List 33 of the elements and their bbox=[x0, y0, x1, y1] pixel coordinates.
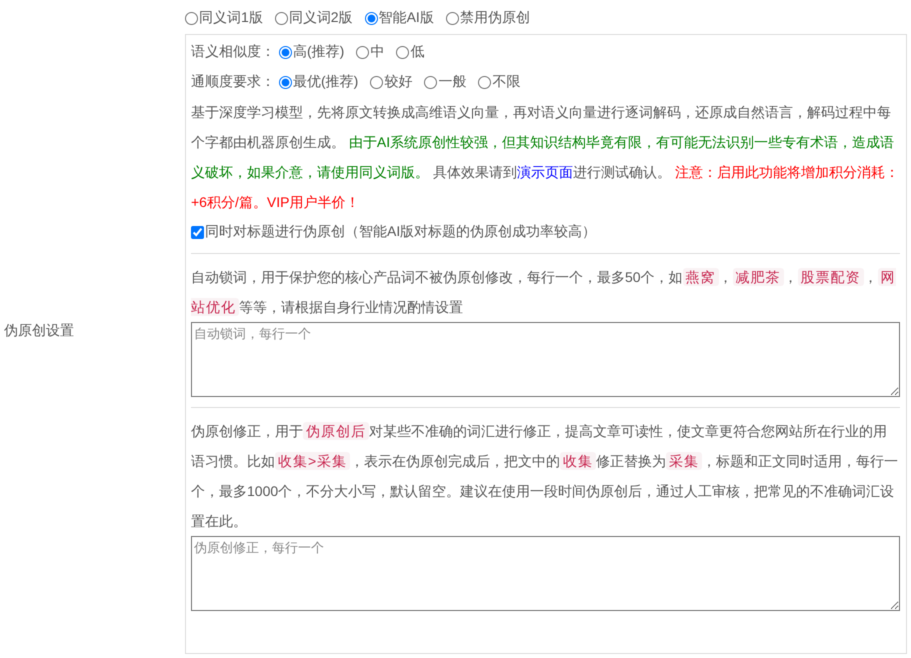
lock-words-field[interactable]: 自动锁词，每行一个 bbox=[191, 322, 900, 397]
radio-button[interactable] bbox=[364, 12, 378, 24]
correction-field[interactable]: 伪原创修正，每行一个 bbox=[191, 536, 900, 611]
option-label[interactable]: 较好 bbox=[384, 73, 412, 91]
checkbox-label[interactable]: 同时对标题进行伪原创（智能AI版对标题的伪原创成功率较高） bbox=[205, 223, 596, 241]
similarity-label: 语义相似度： bbox=[191, 43, 275, 61]
radio-button[interactable] bbox=[274, 12, 288, 24]
option-label[interactable]: 同义词2版 bbox=[288, 9, 353, 27]
radio-button[interactable] bbox=[424, 76, 438, 88]
option-label[interactable]: 最优(推荐) bbox=[293, 73, 358, 91]
radio-button[interactable] bbox=[185, 12, 198, 24]
option-label[interactable]: 低 bbox=[410, 43, 424, 61]
radio-button[interactable] bbox=[356, 46, 370, 58]
option-label[interactable]: 一般 bbox=[438, 73, 466, 91]
option-label[interactable]: 禁用伪原创 bbox=[460, 9, 530, 27]
fluency-label: 通顺度要求： bbox=[191, 73, 275, 91]
option-label[interactable]: 不限 bbox=[492, 73, 520, 91]
radio-button[interactable] bbox=[446, 12, 459, 24]
option-label[interactable]: 中 bbox=[370, 43, 384, 61]
radio-button[interactable] bbox=[279, 46, 292, 58]
radio-button[interactable] bbox=[279, 76, 292, 88]
radio-button[interactable] bbox=[478, 76, 492, 88]
option-label[interactable]: 高(推荐) bbox=[293, 43, 344, 61]
checkbox[interactable] bbox=[191, 226, 204, 238]
radio-button[interactable] bbox=[396, 46, 410, 58]
option-label[interactable]: 智能AI版 bbox=[378, 9, 434, 27]
lock-words-description: 自动锁词，用于保护您的核心产品词不被伪原创修改，每行一个，最多50个，如 燕窝 ， 减肥茶 ， 股票配资 ， 网站优化 等等，请根据自身行业情况酌情设置 bbox=[191, 267, 897, 318]
ai-description: 基于深度学习模型，先将原文转换成高维语义向量，再对语义向量进行逐词解码，还原成自然语言，解码过程中每个字都由机器原创生成。 由于AI系统原创性较强，但其知识结构毕竟有限，有可能无法识别一些专有术语，造成语义破坏，如果介意，请使用同义词版。 具体效果请到演示页面进行测试确认。 注意：启用此功能将增加积分消耗：+6积分/篇。VIP用户半价！ bbox=[191, 103, 900, 212]
correction-description: 伪原创修正，用于 伪原创后 对某些不准确的词汇进行修正，提高文章可读性，使文章更符合您网站所在行业的用语习惯。比如 收集>采集 ，表示在伪原创完成后，把文中的 收集 修正替换为 采集 ，标题和正文同时适用，每行一个，最多1000个，不分大小写，默认留空。建议在使用一段时间伪原创后，通过人工审核，把常见的不准确词汇设置在此。 bbox=[191, 421, 900, 531]
radio-button[interactable] bbox=[370, 76, 384, 88]
section-label: 伪原创设置 bbox=[4, 322, 74, 340]
demo-page-link[interactable]: 演示页面 bbox=[516, 164, 573, 180]
option-label[interactable]: 同义词1版 bbox=[199, 9, 263, 27]
